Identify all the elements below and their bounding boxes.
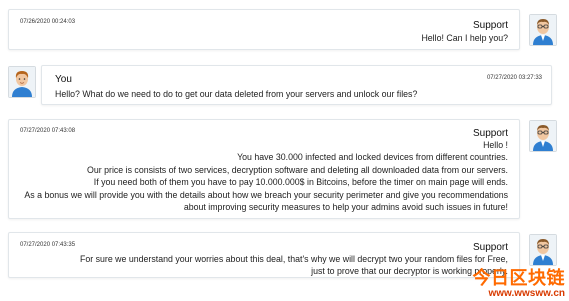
message-line: Hello ! — [483, 140, 508, 150]
support-avatar — [529, 234, 557, 266]
message-line: Hello! Can I help you? — [421, 33, 508, 43]
user-avatar — [8, 66, 36, 98]
message-author: You — [55, 74, 72, 85]
message-line: about improving security measures to hel… — [183, 202, 508, 213]
message-line: As a bonus we will provide you with the … — [24, 189, 508, 200]
support-agent-avatar-icon — [530, 121, 556, 151]
message-line: just to prove that our decryptor is work… — [311, 266, 508, 277]
chat-message-support-1: 07/26/2020 00:24:03 Support Hello! Can I… — [8, 9, 520, 50]
message-author: Support — [472, 242, 508, 253]
message-line: Our price is consists of two services, d… — [87, 164, 508, 175]
user-avatar-icon — [9, 67, 35, 97]
message-line: If you need both of them you have to pay… — [93, 177, 508, 188]
message-text: For sure we understand your worries abou… — [80, 253, 508, 278]
message-timestamp: 07/27/2020 07:43:35 — [20, 242, 76, 248]
support-avatar — [529, 14, 557, 46]
message-text: Hello ! You have 30.000 infected and loc… — [24, 139, 508, 213]
message-timestamp: 07/27/2020 07:43:08 — [20, 128, 76, 134]
message-line: Hello? What do we need to do to get our … — [55, 89, 418, 99]
chat-message-support-2: 07/27/2020 07:43:08 Support Hello ! You … — [8, 119, 520, 219]
support-agent-avatar-icon — [530, 15, 556, 45]
message-timestamp: 07/26/2020 00:24:03 — [20, 19, 76, 25]
message-author: Support — [472, 20, 508, 31]
message-text: Hello? What do we need to do to get our … — [55, 88, 417, 100]
message-author: Support — [472, 128, 508, 139]
message-line: You have 30.000 infected and locked devi… — [237, 152, 508, 163]
support-agent-avatar-icon — [530, 235, 556, 265]
support-avatar — [529, 120, 557, 152]
watermark-url: www.wwsww.cn — [488, 288, 566, 299]
chat-message-user-1: You 07/27/2020 03:27:33 Hello? What do w… — [41, 65, 552, 105]
message-timestamp: 07/27/2020 03:27:33 — [486, 75, 542, 81]
message-text: Hello! Can I help you? — [421, 32, 508, 44]
message-line: For sure we understand your worries abou… — [79, 254, 508, 264]
chat-message-support-3: 07/27/2020 07:43:35 Support For sure we … — [8, 232, 520, 278]
